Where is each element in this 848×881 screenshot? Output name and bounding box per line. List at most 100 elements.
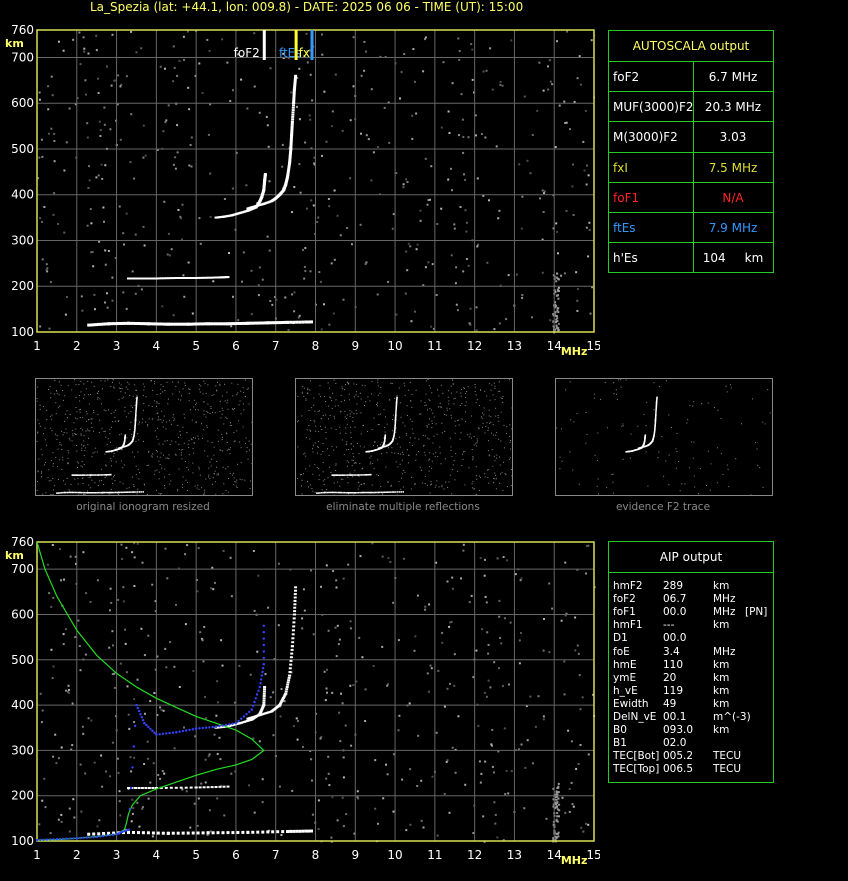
thumb-trace	[105, 434, 126, 452]
trace-point	[290, 143, 293, 145]
thumb-point	[316, 492, 318, 494]
trace-point	[293, 92, 296, 94]
trace-point	[187, 832, 190, 835]
autoscala-output-panel: AUTOSCALA output foF26.7 MHzMUF(3000)F22…	[608, 30, 774, 273]
trace-point	[227, 786, 230, 788]
thumb-point	[143, 491, 145, 493]
thumb-point	[135, 410, 137, 412]
thumb-point	[124, 492, 126, 494]
y-tick-label: 400	[11, 188, 34, 202]
thumb-noise	[37, 379, 252, 495]
aip-extra: [PN]	[745, 606, 767, 618]
trace-point	[304, 830, 307, 833]
trace-point	[290, 141, 293, 143]
aip-value: 119	[663, 685, 683, 697]
thumb-point	[110, 474, 112, 476]
trace-point	[127, 787, 130, 789]
trace-point	[287, 679, 290, 681]
thumb-point	[59, 492, 61, 494]
trace-point	[281, 830, 284, 833]
y-tick-label: 600	[11, 607, 34, 621]
thumb-point	[119, 492, 121, 494]
fitted-point	[262, 667, 264, 669]
y-tick-label: 500	[11, 142, 34, 156]
trace-point	[127, 831, 130, 834]
fitted-point	[89, 836, 91, 838]
trace-point	[289, 321, 292, 324]
thumb-point	[90, 474, 92, 476]
y-tick-label: 500	[11, 653, 34, 667]
fitted-point	[165, 732, 167, 734]
marker-label: fx	[299, 46, 310, 60]
thumbnail-caption: eliminate multiple reflections	[295, 501, 511, 513]
trace-point	[199, 786, 202, 788]
trace-point	[262, 704, 265, 706]
trace-point	[262, 702, 265, 704]
fitted-point	[96, 836, 98, 838]
trace-point	[310, 320, 313, 323]
x-tick-label: 10	[387, 848, 402, 862]
thumb-point	[98, 474, 100, 476]
x-tick-label: 12	[467, 848, 482, 862]
thumb-point	[135, 409, 137, 411]
fitted-point	[192, 728, 194, 730]
trace-point	[291, 645, 294, 647]
thumb-point	[104, 492, 106, 494]
thumb-point	[139, 491, 141, 493]
thumb-point	[84, 492, 86, 494]
trace-point	[141, 787, 144, 789]
autoscala-value: 7.9 MHz	[695, 221, 771, 235]
thumb-point	[87, 492, 89, 494]
fitted-point	[36, 839, 38, 841]
x-axis-label: MHz	[561, 345, 588, 358]
trace-point	[207, 831, 210, 834]
trace-point	[293, 603, 296, 605]
fitted-point	[218, 725, 220, 727]
fitted-point	[59, 838, 61, 840]
trace-point	[292, 633, 295, 635]
fitted-point	[155, 733, 157, 735]
trace-point	[289, 667, 292, 669]
trace-point	[287, 681, 290, 683]
fitted-point	[139, 713, 141, 715]
trace-e-layer	[127, 276, 230, 279]
aip-label: ymE	[613, 672, 636, 684]
autoscala-label: MUF(3000)F2	[613, 100, 693, 114]
thumb-point	[393, 491, 395, 493]
trace-point	[307, 830, 310, 833]
thumb-point	[95, 474, 97, 476]
thumb-point	[68, 492, 70, 494]
aip-row: TEC[Top]006.5TECU	[613, 763, 771, 776]
thumb-point	[101, 492, 103, 494]
x-tick-label: 1	[33, 848, 41, 862]
trace-point	[295, 830, 298, 833]
trace-point	[289, 671, 292, 673]
fitted-point	[235, 722, 237, 724]
trace-point	[291, 118, 294, 120]
thumb-point	[382, 492, 384, 494]
aip-label: hmF1	[613, 619, 643, 631]
fitted-point	[202, 727, 204, 729]
x-tick-label: 8	[312, 848, 320, 862]
marker-line	[311, 30, 314, 60]
trace-point	[294, 597, 297, 599]
chart-grid	[37, 542, 594, 841]
trace-point	[266, 830, 269, 833]
aip-value: 00.1	[663, 711, 686, 723]
fitted-point	[248, 711, 250, 713]
page-title: La_Spezia (lat: +44.1, lon: 009.8) - DAT…	[90, 0, 523, 14]
fitted-point	[222, 724, 224, 726]
autoscala-label: fxI	[613, 161, 628, 175]
trace-point	[292, 629, 295, 631]
thumb-trace	[625, 434, 646, 452]
aip-value: 06.7	[663, 593, 686, 605]
trace-point	[292, 97, 295, 99]
thumb-point	[338, 492, 340, 494]
thumb-point	[99, 492, 101, 494]
aip-value: 00.0	[663, 606, 686, 618]
fitted-point	[225, 724, 227, 726]
aip-row: Ewidth49km	[613, 698, 771, 711]
thumb-point	[373, 492, 375, 494]
trace-point	[203, 786, 206, 788]
aip-label: TEC[Bot]	[613, 750, 659, 762]
